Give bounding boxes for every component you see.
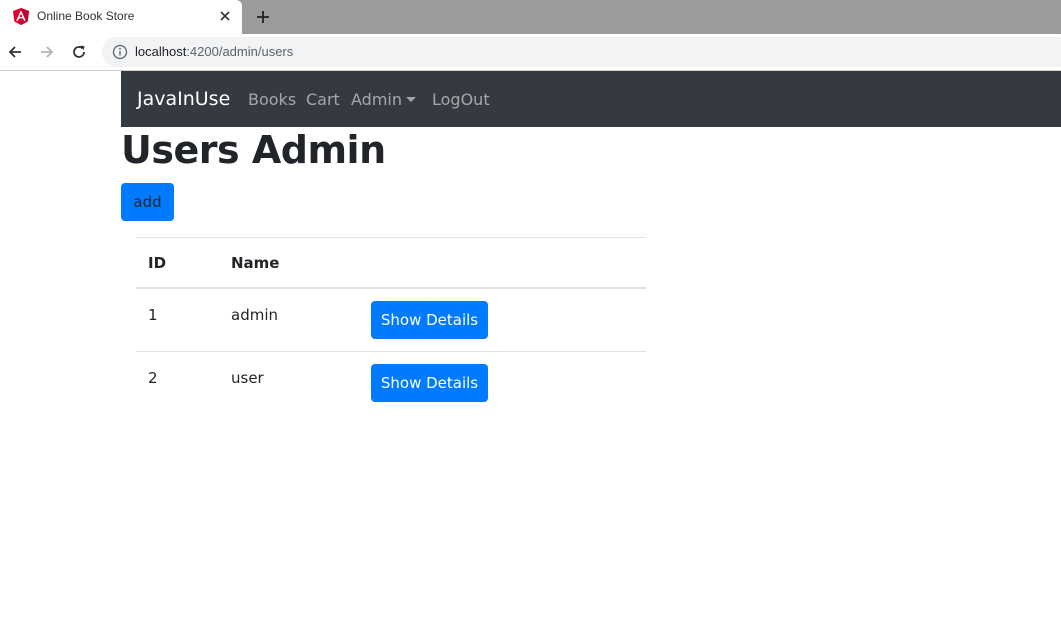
page-title: Users Admin — [121, 128, 386, 172]
info-icon[interactable] — [112, 44, 128, 60]
back-arrow-icon[interactable] — [6, 43, 24, 61]
show-details-button[interactable]: Show Details — [371, 301, 488, 339]
column-header-name: Name — [231, 237, 371, 289]
table-header-row: ID Name — [136, 237, 646, 289]
browser-toolbar: localhost:4200/admin/users — [0, 34, 1061, 71]
nav-link-books[interactable]: Books — [248, 90, 296, 109]
column-header-id: ID — [136, 237, 231, 289]
cell-id: 1 — [136, 287, 231, 352]
cell-name: user — [231, 351, 371, 414]
add-button[interactable]: add — [121, 183, 174, 221]
url-path: :4200/admin/users — [186, 44, 294, 59]
cell-name: admin — [231, 287, 371, 352]
address-bar[interactable]: localhost:4200/admin/users — [102, 37, 1061, 67]
table-row: 1 admin Show Details — [136, 287, 646, 352]
tab-title: Online Book Store — [37, 9, 135, 23]
nav-link-admin[interactable]: Admin — [351, 90, 402, 109]
cell-actions: Show Details — [371, 351, 646, 414]
nav-link-logout[interactable]: LogOut — [432, 90, 490, 109]
app-navbar: JavaInUse Books Cart Admin LogOut — [121, 71, 1061, 127]
cell-id: 2 — [136, 351, 231, 414]
table-row: 2 user Show Details — [136, 351, 646, 414]
users-table: ID Name 1 admin Show Details 2 user Show… — [136, 237, 646, 414]
browser-tabstrip: Online Book Store — [0, 0, 1061, 34]
nav-link-cart[interactable]: Cart — [306, 90, 340, 109]
url-host: localhost — [135, 44, 187, 59]
caret-down-icon[interactable] — [406, 97, 416, 102]
forward-arrow-icon[interactable] — [38, 43, 56, 61]
navbar-brand[interactable]: JavaInUse — [137, 88, 230, 110]
reload-icon[interactable] — [70, 43, 88, 61]
close-icon[interactable] — [218, 9, 232, 23]
column-header-actions — [371, 237, 646, 289]
url-text: localhost:4200/admin/users — [135, 44, 293, 59]
browser-tab[interactable]: Online Book Store — [0, 0, 242, 34]
angular-icon — [13, 8, 29, 25]
show-details-button[interactable]: Show Details — [371, 364, 488, 402]
cell-actions: Show Details — [371, 287, 646, 352]
plus-icon[interactable] — [254, 8, 272, 26]
